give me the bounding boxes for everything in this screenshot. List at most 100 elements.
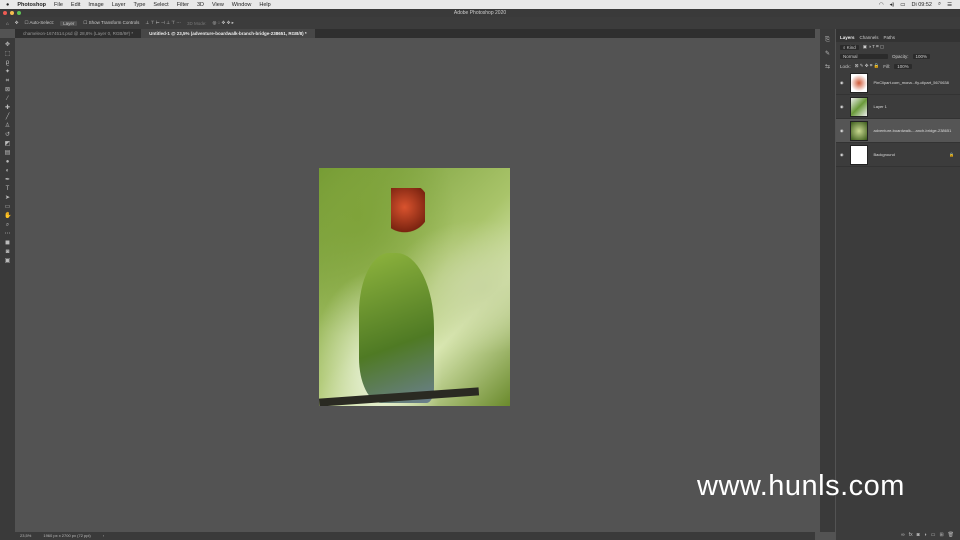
history-panel-icon[interactable]: ⎘ [825,37,830,44]
fill-input[interactable]: 100% [894,63,912,69]
marquee-tool-icon[interactable]: ⬚ [4,51,11,57]
panel-icon-strip: ⎘ ✎ ⇆ [820,29,835,532]
lock-icons[interactable]: ⊠ ✎ ✥ ⌗ 🔒 [855,63,879,69]
adjustment-icon[interactable]: ◑ [924,532,927,540]
fill-label: Fill: [883,63,891,69]
wifi-icon[interactable]: ◠ [879,2,884,8]
layer-thumbnail [849,144,868,165]
blend-mode-select[interactable]: Normal [840,54,888,59]
layer-thumbnail [849,72,868,93]
color-swatches-icon[interactable]: ◼ [4,240,11,246]
menu-layer[interactable]: Layer [112,2,126,8]
document-image[interactable] [319,168,510,406]
fx-icon[interactable]: fx [909,532,913,540]
visibility-eye-icon[interactable]: ◉ [840,152,844,157]
zoom-window-button[interactable] [17,11,21,15]
brush-panel-icon[interactable]: ✎ [825,50,830,57]
move-tool-icon[interactable]: ✥ [4,42,11,48]
menu-select[interactable]: Select [153,2,168,8]
3d-tools-icons[interactable]: ◎ ◌ ✥ ✥ ▸ [212,20,233,26]
layer-filter-select[interactable]: ⌕ Kind [840,44,859,50]
eyedropper-icon[interactable]: ⁄ [4,96,11,102]
menu-bar: ● Photoshop File Edit Image Layer Type S… [0,0,960,9]
menu-list-icon[interactable]: ☰ [947,2,952,8]
trash-icon[interactable]: 🗑 [948,532,954,540]
rectangle-tool-icon[interactable]: ▭ [4,204,11,210]
screen-mode-icon[interactable]: ▣ [4,258,11,264]
apple-icon[interactable]: ● [6,2,9,8]
menu-view[interactable]: View [212,2,224,8]
menu-file[interactable]: File [54,2,63,8]
tab-channels[interactable]: Channels [860,35,879,40]
folder-icon[interactable]: ▭ [931,532,936,540]
layer-row[interactable]: ◉ adventure-boardwalk-...anch-bridge-2386… [836,119,960,143]
filter-icons[interactable]: ▣ ◑ T ⌗ ▢ [863,44,884,50]
auto-select-checkbox[interactable]: ☐ Auto-Select: [25,20,55,26]
menu-edit[interactable]: Edit [71,2,80,8]
toolbar: ✥ ⬚ ϱ ✦ ⌗ ⊠ ⁄ ✚ ╱ ♙ ↺ ◩ ▤ ● ◐ ✒ T ➤ ▭ ✋ … [0,38,15,532]
menu-window[interactable]: Window [232,2,252,8]
target-select[interactable]: Layer [60,20,78,26]
visibility-eye-icon[interactable]: ◉ [840,128,844,133]
quick-mask-icon[interactable]: ◙ [4,249,11,255]
mask-icon[interactable]: ◙ [917,532,920,540]
zoom-tool-icon[interactable]: ⌕ [4,222,11,228]
watermark: www.hunls.com [697,470,905,502]
menu-filter[interactable]: Filter [177,2,189,8]
menu-image[interactable]: Image [88,2,103,8]
layer-row[interactable]: ◉ PinClipart.com_mona...fly-clipart_56706… [836,71,960,95]
zoom-level[interactable]: 23,5% [20,532,31,540]
lock-icon[interactable]: 🔒 [949,152,954,157]
visibility-eye-icon[interactable]: ◉ [840,80,844,85]
move-tool-icon[interactable]: ✥ [15,20,19,26]
dodge-icon[interactable]: ◐ [4,168,11,174]
show-transform-checkbox[interactable]: ☐ Show Transform Controls [83,20,139,26]
tab-chameleon[interactable]: chameleon-1674514.psd @ 28,8% (Layer 0, … [15,29,141,38]
crop-tool-icon[interactable]: ⌗ [4,78,11,84]
menu-3d[interactable]: 3D [197,2,204,8]
path-select-icon[interactable]: ➤ [4,195,11,201]
chameleon-image [359,253,434,403]
status-bar: 23,5% 1960 px x 2700 px (72 ppi) › [0,532,815,540]
volume-icon[interactable]: ◂) [890,2,895,8]
clock[interactable]: Di 09:52 [911,2,932,8]
frame-tool-icon[interactable]: ⊠ [4,87,11,93]
layer-row[interactable]: ◉ Layer 1 [836,95,960,119]
brush-tool-icon[interactable]: ╱ [4,114,11,120]
pen-tool-icon[interactable]: ✒ [4,177,11,183]
history-brush-icon[interactable]: ↺ [4,132,11,138]
blur-icon[interactable]: ● [4,159,11,165]
status-arrow-icon[interactable]: › [103,532,104,540]
more-tools-icon[interactable]: ⋯ [4,231,11,237]
align-icons[interactable]: ⊥ ⊤ ⊢ ⊣ ⊥ ⊤ ⋯ [145,20,181,26]
hand-tool-icon[interactable]: ✋ [4,213,11,219]
layer-row[interactable]: ◉ Background 🔒 [836,143,960,167]
search-icon[interactable]: ⌕ [938,1,941,8]
opacity-label: Opacity: [892,54,909,59]
tab-untitled-1[interactable]: Untitled-1 @ 23,5% (adventure-boardwalk-… [141,29,315,38]
battery-icon[interactable]: ▭ [900,2,905,8]
close-window-button[interactable] [3,11,7,15]
type-tool-icon[interactable]: T [4,186,11,192]
layer-thumbnail [849,120,868,141]
opacity-input[interactable]: 100% [912,54,931,59]
tab-layers[interactable]: Layers [840,35,855,40]
clone-stamp-icon[interactable]: ♙ [4,123,11,129]
tab-paths[interactable]: Paths [884,35,896,40]
menu-help[interactable]: Help [259,2,270,8]
new-layer-icon[interactable]: ⊞ [939,532,943,540]
link-icon[interactable]: ∞ [901,532,905,540]
visibility-eye-icon[interactable]: ◉ [840,104,844,109]
home-icon[interactable]: ⌂ [6,21,9,26]
magic-wand-icon[interactable]: ✦ [4,69,11,75]
document-size[interactable]: 1960 px x 2700 px (72 ppi) [43,532,90,540]
healing-brush-icon[interactable]: ✚ [4,105,11,111]
lasso-tool-icon[interactable]: ϱ [4,60,11,66]
adjustments-panel-icon[interactable]: ⇆ [825,63,830,70]
menu-type[interactable]: Type [133,2,145,8]
gradient-icon[interactable]: ▤ [4,150,11,156]
minimize-window-button[interactable] [10,11,14,15]
eraser-icon[interactable]: ◩ [4,141,11,147]
layer-thumbnail [849,96,868,117]
menu-app[interactable]: Photoshop [17,2,46,8]
